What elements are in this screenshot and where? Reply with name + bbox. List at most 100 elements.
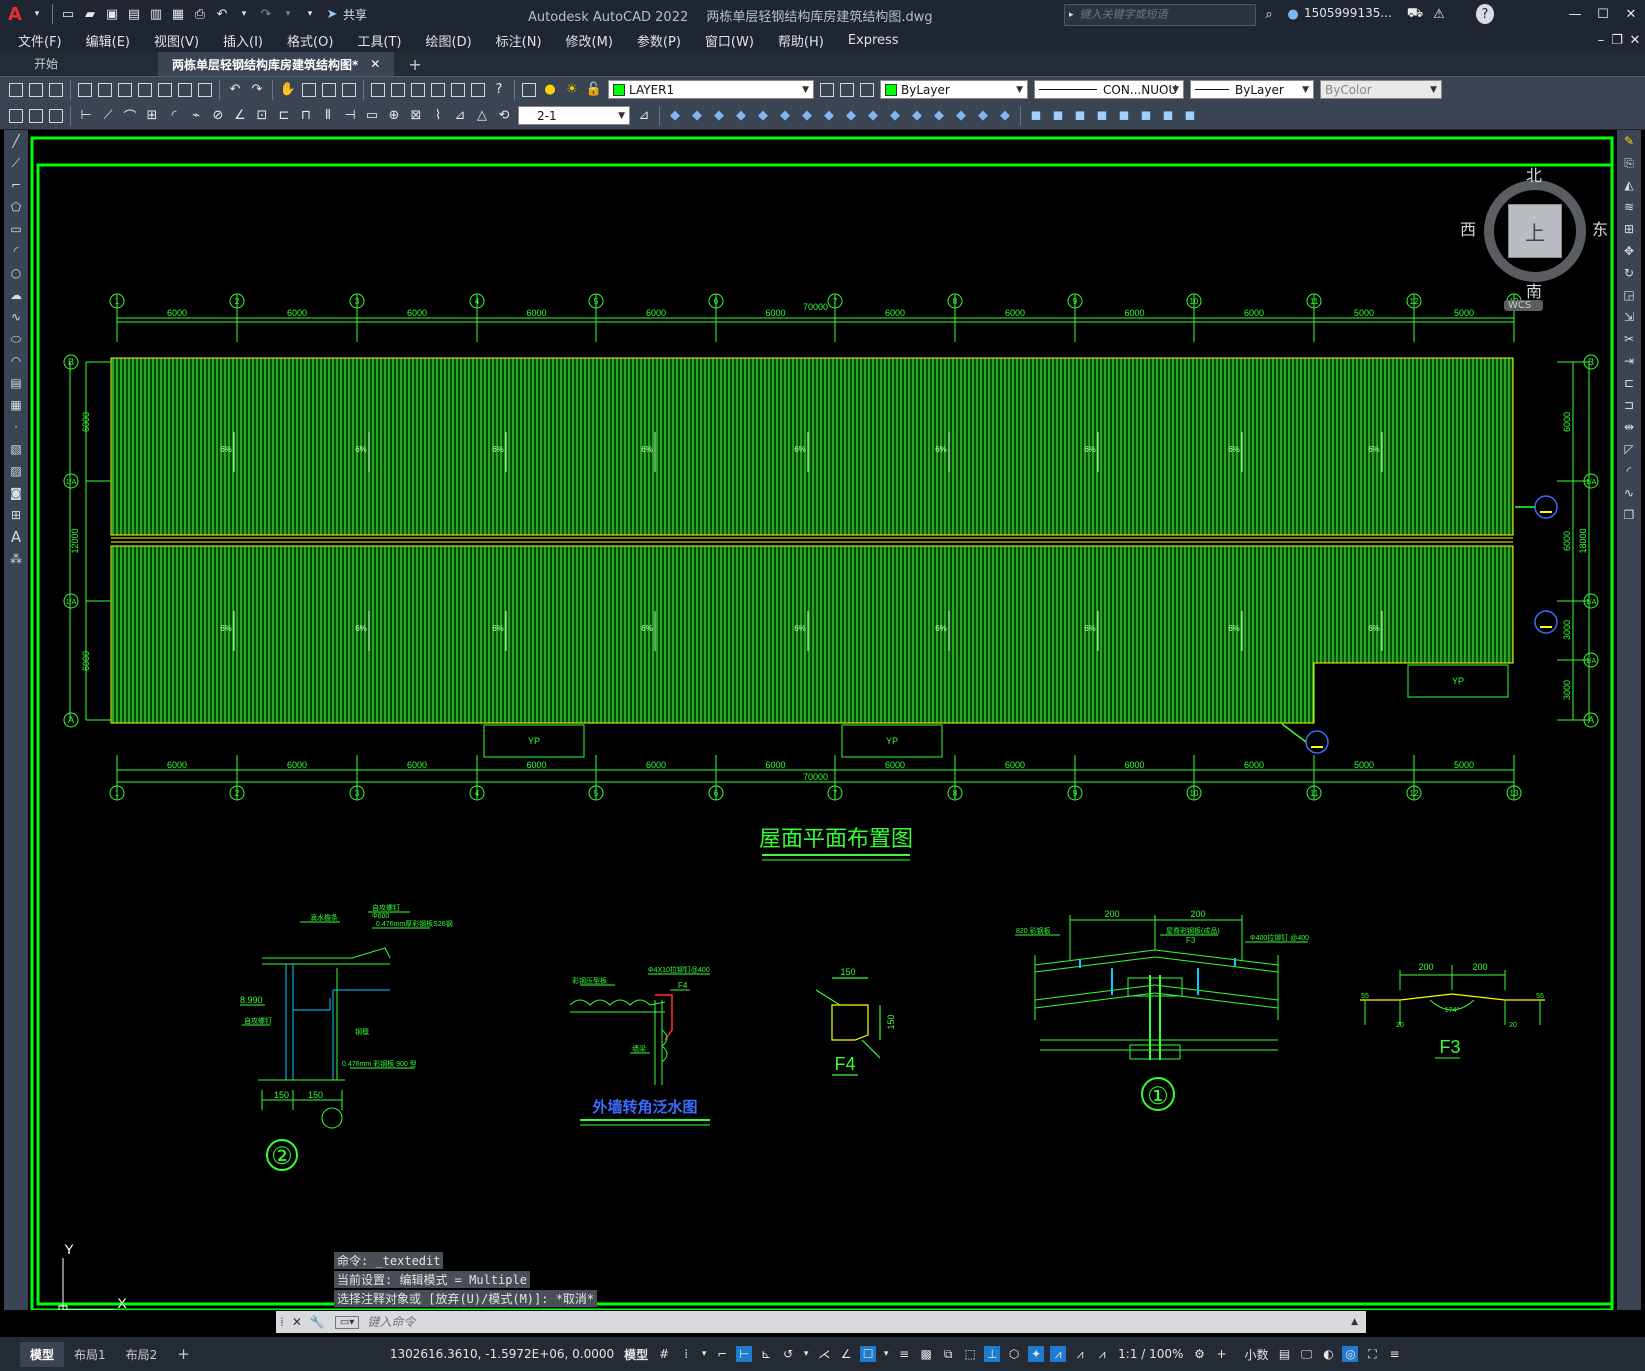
customize-qat-icon[interactable]: ▾ (301, 4, 319, 24)
rectangle-icon[interactable]: ▭ (8, 221, 24, 237)
help-icon[interactable]: ? (1476, 4, 1494, 24)
move-icon[interactable]: ✥ (1621, 243, 1637, 259)
viewcube[interactable]: 上 北 南 西 东 WCS (1460, 160, 1614, 311)
viewcube-east[interactable]: 东 (1592, 216, 1608, 240)
quick-dim-icon[interactable]: ⊡ (253, 106, 271, 126)
cart-icon[interactable]: ⛟ (1406, 4, 1424, 24)
dim-text-edit-icon[interactable]: △ (473, 106, 491, 126)
block-editor-icon[interactable] (9, 108, 23, 123)
subtract-icon[interactable]: ◼ (1049, 106, 1067, 126)
rotate-icon[interactable]: ↻ (1621, 265, 1637, 281)
ellipse-icon[interactable]: ⬭ (8, 331, 24, 347)
autodesk-app-store-icon[interactable]: ⚠ (1430, 4, 1448, 24)
region-icon[interactable]: ◙ (8, 485, 24, 501)
copy-object-icon[interactable]: ◆ (688, 106, 706, 126)
share-button[interactable]: 共享 (343, 6, 367, 23)
array-icon[interactable]: ◆ (754, 106, 772, 126)
annotation-monitor-icon[interactable]: + (1213, 1346, 1229, 1362)
maximize-icon[interactable]: ☐ (1594, 4, 1612, 24)
tab-model[interactable]: 模型 (20, 1341, 65, 1367)
share-icon[interactable]: ➤ (323, 4, 341, 24)
extend-icon[interactable]: ⇥ (1621, 353, 1637, 369)
break-at-point-icon[interactable]: ⊏ (1621, 375, 1637, 391)
coordinates-readout[interactable]: 1302616.3610, -1.5972E+06, 0.0000 (390, 1347, 614, 1361)
menu-window[interactable]: 窗口(W) (693, 31, 766, 50)
user-icon[interactable]: ● (1284, 4, 1302, 24)
linetype-dropdown[interactable]: CON...NUOU ▼ (1034, 80, 1184, 99)
zoom-previous-icon[interactable] (342, 82, 356, 97)
center-mark-icon[interactable]: ⊕ (385, 106, 403, 126)
erase-icon[interactable]: ◆ (666, 106, 684, 126)
lock-ui-icon[interactable]: 🖵 (1298, 1346, 1314, 1362)
extrude-icon[interactable]: ◼ (1137, 106, 1155, 126)
gizmo-icon[interactable]: ✦ (1028, 1346, 1045, 1362)
union-icon[interactable]: ◼ (1027, 106, 1045, 126)
table-icon[interactable]: ⊞ (8, 507, 24, 523)
command-close-icon[interactable]: ✕ (292, 1315, 302, 1329)
open-icon[interactable] (29, 82, 43, 97)
save-as-icon[interactable]: ▤ (125, 4, 143, 24)
minimize-icon[interactable]: — (1566, 4, 1584, 24)
infer-constraints-icon[interactable]: ⌐ (714, 1346, 730, 1362)
close-icon[interactable]: ✕ (1622, 4, 1640, 24)
menu-modify[interactable]: 修改(M) (554, 31, 625, 50)
make-current-layer-icon[interactable] (820, 82, 834, 97)
break-icon[interactable]: ◆ (908, 106, 926, 126)
doc-close-icon[interactable]: ✕ (1626, 30, 1644, 50)
new-file-icon[interactable]: ▭ (59, 4, 77, 24)
stretch-icon[interactable]: ◆ (842, 106, 860, 126)
layer-properties-icon[interactable] (522, 82, 536, 97)
add-layout-icon[interactable]: + (167, 1341, 200, 1367)
menu-parametric[interactable]: 参数(P) (625, 31, 693, 50)
dim-edit-icon[interactable]: ⊿ (451, 106, 469, 126)
join-icon[interactable]: ◆ (930, 106, 948, 126)
viewcube-north[interactable]: 北 (1526, 162, 1542, 186)
menu-draw[interactable]: 绘图(D) (414, 31, 484, 50)
layer-states-icon[interactable] (860, 82, 874, 97)
3d-osnap-icon[interactable]: ⬚ (962, 1346, 978, 1362)
selection-filter-icon[interactable]: ⬡ (1006, 1346, 1022, 1362)
roof-panel-south[interactable] (110, 545, 1514, 724)
explode-icon[interactable]: ❒ (1621, 507, 1637, 523)
break-icon[interactable]: ⊐ (1621, 397, 1637, 413)
snap-icon[interactable]: ⁞ (678, 1346, 694, 1362)
chamfer-icon[interactable]: ◸ (1621, 441, 1637, 457)
command-customize-icon[interactable]: 🔧 (310, 1315, 325, 1329)
dynamic-input-icon[interactable]: ⊢ (736, 1346, 753, 1362)
plot-icon[interactable]: ⎙ (191, 4, 209, 24)
trim-icon[interactable]: ✂ (1621, 331, 1637, 347)
open-folder-icon[interactable]: ▰ (81, 4, 99, 24)
annotation-visibility-icon[interactable]: ⩘ (1050, 1346, 1067, 1362)
search-box[interactable]: ▸ (1064, 4, 1256, 26)
zoom-window-icon[interactable] (322, 82, 336, 97)
point-icon[interactable]: ⋅ (8, 419, 24, 435)
fillet-icon[interactable]: ◆ (974, 106, 992, 126)
isolate-objects-icon[interactable]: ◐ (1320, 1346, 1336, 1362)
object-snap-icon[interactable]: ☐ (860, 1346, 877, 1362)
command-line[interactable]: ⁞ ✕ 🔧 ▭▾ ▲ (276, 1311, 1366, 1333)
plot-preview-icon[interactable] (98, 82, 112, 97)
tool-palettes-icon[interactable] (411, 82, 425, 97)
menu-help[interactable]: 帮助(H) (766, 31, 836, 50)
command-history-toggle-icon[interactable]: ▲ (1351, 1317, 1358, 1327)
layer-dropdown[interactable]: LAYER1 ▼ (608, 80, 814, 99)
viewcube-south[interactable]: 南 (1526, 278, 1542, 302)
offset-icon[interactable]: ◆ (732, 106, 750, 126)
extend-icon[interactable]: ◆ (886, 106, 904, 126)
menu-dimension[interactable]: 标注(N) (484, 31, 554, 50)
redo-icon[interactable]: ↷ (257, 4, 275, 24)
menu-insert[interactable]: 插入(I) (211, 31, 275, 50)
undo-icon[interactable]: ↶ (226, 80, 244, 100)
dim-style-manager-icon[interactable]: ⊿ (635, 106, 653, 126)
chamfer-icon[interactable]: ◆ (952, 106, 970, 126)
ellipse-arc-icon[interactable]: ◠ (8, 353, 24, 369)
scale-icon[interactable]: ◆ (820, 106, 838, 126)
ortho-icon[interactable]: ⊾ (758, 1346, 774, 1362)
new-icon[interactable] (9, 82, 23, 97)
doc-restore-icon[interactable]: ❐ (1608, 30, 1626, 50)
arc-length-dim-icon[interactable]: ⌒ (121, 106, 139, 126)
redo-dropdown-icon[interactable]: ▾ (279, 4, 297, 24)
search-icon[interactable]: ⌕ (1260, 4, 1278, 24)
customization-icon[interactable]: ≡ (1386, 1346, 1402, 1362)
web-mobile-icon[interactable]: ▥ (147, 4, 165, 24)
